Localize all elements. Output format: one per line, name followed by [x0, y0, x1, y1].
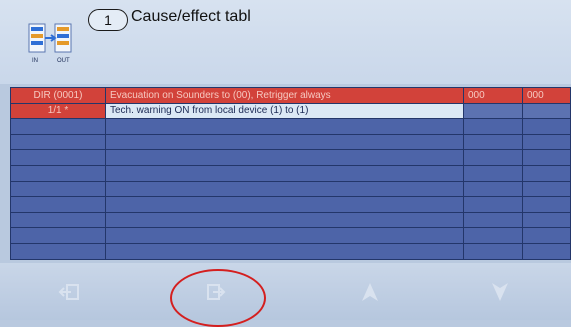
table-cell: [463, 196, 523, 213]
table-cell: [105, 149, 464, 166]
table-cell: [10, 211, 106, 229]
exit-button[interactable]: [24, 263, 114, 320]
table-cell: [10, 133, 106, 151]
header-bar: IN OUT 1 Cause/effect tabl: [0, 0, 571, 84]
table-row[interactable]: 1/1 * Tech. warning ON from local device …: [10, 102, 571, 120]
table-cell: [463, 180, 523, 198]
table-cell: [522, 164, 571, 182]
cause-effect-table: DIR (0001) Evacuation on Sounders to (00)…: [10, 87, 571, 262]
table-cell: [522, 211, 571, 229]
table-cell: [10, 196, 106, 213]
table-cell: [522, 180, 571, 198]
down-button[interactable]: [455, 263, 545, 320]
bottom-toolbar: [0, 263, 571, 320]
table-cell: [10, 242, 106, 260]
step-number-badge: 1: [88, 9, 128, 31]
table-cell: [105, 242, 464, 260]
table-cell: 000: [522, 87, 571, 104]
page-title: Cause/effect tabl: [131, 8, 251, 25]
arrow-up-icon: [362, 282, 378, 301]
table-cell: [105, 196, 464, 213]
table-cell: [10, 118, 106, 135]
table-cell: [10, 164, 106, 182]
table-row[interactable]: [10, 118, 571, 135]
annotation-circle: [170, 269, 266, 327]
table-row[interactable]: [10, 211, 571, 229]
logo-out-label: OUT: [57, 58, 70, 64]
table-cell: [463, 227, 523, 244]
table-row[interactable]: [10, 149, 571, 166]
table-cell: 000: [463, 87, 523, 104]
table-cell: Tech. warning ON from local device (1) t…: [105, 102, 464, 120]
table-cell: [10, 227, 106, 244]
table-row[interactable]: DIR (0001) Evacuation on Sounders to (00)…: [10, 87, 571, 104]
table-cell: [463, 242, 523, 260]
table-cell: [10, 149, 106, 166]
table-cell: [463, 164, 523, 182]
table-cell: Evacuation on Sounders to (00), Retrigge…: [105, 87, 464, 104]
table-row[interactable]: [10, 180, 571, 198]
cause-effect-logo-icon: IN OUT: [28, 23, 72, 64]
table-row[interactable]: [10, 196, 571, 213]
table-cell: [105, 164, 464, 182]
table-cell: [105, 227, 464, 244]
table-cell: [10, 180, 106, 198]
table-cell: [522, 102, 571, 120]
table-row[interactable]: [10, 227, 571, 244]
table-row[interactable]: [10, 242, 571, 260]
table-cell: [522, 242, 571, 260]
table-cell: [522, 133, 571, 151]
table-cell: [463, 133, 523, 151]
table-cell: [522, 227, 571, 244]
table-cell: [463, 118, 523, 135]
table-cell: [105, 118, 464, 135]
table-cell: [105, 180, 464, 198]
table-cell: [522, 149, 571, 166]
table-cell: [522, 196, 571, 213]
table-cell: [105, 211, 464, 229]
table-cell: [463, 211, 523, 229]
table-cell: DIR (0001): [10, 87, 106, 104]
table-row[interactable]: [10, 133, 571, 151]
exit-icon: [58, 283, 79, 300]
arrow-down-icon: [492, 282, 508, 301]
table-row[interactable]: [10, 164, 571, 182]
table-cell: [105, 133, 464, 151]
logo-in-label: IN: [32, 58, 38, 64]
table-cell: [463, 102, 523, 120]
table-cell: 1/1 *: [10, 102, 106, 120]
table-cell: [463, 149, 523, 166]
up-button[interactable]: [325, 263, 415, 320]
table-cell: [522, 118, 571, 135]
